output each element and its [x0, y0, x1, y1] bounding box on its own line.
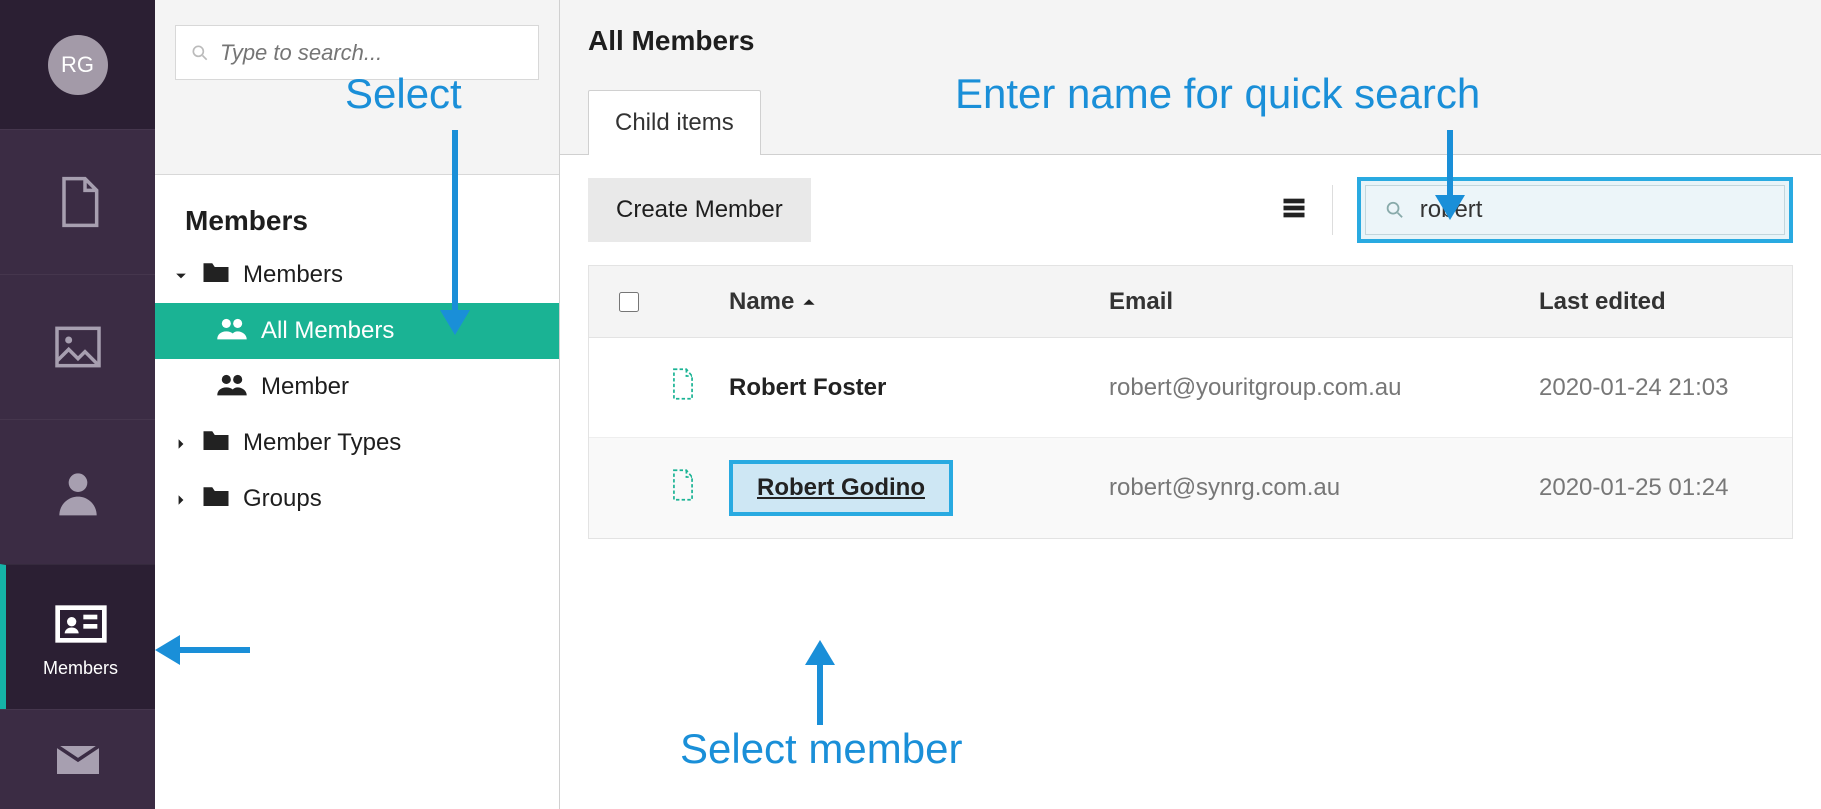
- tab-child-items[interactable]: Child items: [588, 90, 761, 155]
- rail-item-content[interactable]: [0, 129, 155, 274]
- members-table: Name Email Last edited Robert Foster rob…: [588, 265, 1793, 539]
- tree-node-label: Groups: [243, 485, 322, 513]
- search-icon: [190, 42, 210, 64]
- main-header: All Members Child items: [560, 0, 1821, 155]
- user-icon: [50, 464, 106, 520]
- member-email: robert@synrg.com.au: [1109, 474, 1539, 502]
- tree-node-groups[interactable]: Groups: [155, 471, 559, 527]
- column-header-last-edited[interactable]: Last edited: [1539, 288, 1792, 316]
- tree-node-label: Members: [243, 261, 343, 289]
- tree-node-all-members[interactable]: All Members: [155, 303, 559, 359]
- file-icon: [669, 367, 729, 408]
- people-icon: [215, 316, 249, 347]
- member-name-highlight[interactable]: Robert Godino: [729, 460, 953, 516]
- tree-node-members-root[interactable]: Members: [155, 247, 559, 303]
- member-name: Robert Godino: [729, 460, 1109, 516]
- chevron-right-icon: [175, 429, 189, 457]
- list-icon: [1280, 194, 1308, 222]
- tree-node-label: Member: [261, 373, 349, 401]
- member-email: robert@youritgroup.com.au: [1109, 374, 1539, 402]
- folder-icon: [201, 427, 231, 460]
- create-member-button[interactable]: Create Member: [588, 178, 811, 242]
- sort-asc-icon: [802, 288, 816, 316]
- tree-panel: Members Members All Members Member Membe…: [155, 0, 560, 809]
- member-search[interactable]: [1365, 185, 1785, 235]
- folder-icon: [201, 483, 231, 516]
- column-header-name[interactable]: Name: [729, 288, 1109, 316]
- tree-node-label: All Members: [261, 317, 394, 345]
- id-card-icon: [53, 596, 109, 652]
- tree-heading: Members: [155, 175, 559, 247]
- search-icon: [1384, 198, 1406, 222]
- page-title: All Members: [588, 25, 1821, 57]
- toolbar: Create Member: [560, 155, 1821, 265]
- chevron-down-icon: [175, 261, 189, 289]
- people-icon: [215, 372, 249, 403]
- list-view-toggle[interactable]: [1280, 194, 1308, 227]
- main-content: All Members Child items Create Member Na…: [560, 0, 1821, 809]
- avatar[interactable]: RG: [48, 35, 108, 95]
- image-icon: [50, 319, 106, 375]
- member-search-input[interactable]: [1420, 196, 1766, 224]
- global-search-input[interactable]: [220, 40, 524, 66]
- global-search[interactable]: [175, 25, 539, 80]
- rail-top: RG: [0, 0, 155, 129]
- folder-icon: [201, 259, 231, 292]
- member-name: Robert Foster: [729, 374, 1109, 402]
- rail-item-users[interactable]: [0, 419, 155, 564]
- tree-header: [155, 0, 559, 175]
- chevron-right-icon: [175, 485, 189, 513]
- mail-icon: [50, 732, 106, 788]
- column-header-email[interactable]: Email: [1109, 288, 1539, 316]
- tree-node-member[interactable]: Member: [155, 359, 559, 415]
- rail-item-members[interactable]: Members: [0, 564, 155, 709]
- table-header: Name Email Last edited: [589, 266, 1792, 338]
- tree-node-label: Member Types: [243, 429, 401, 457]
- member-search-highlight: [1357, 177, 1793, 243]
- file-icon: [669, 468, 729, 509]
- member-last-edited: 2020-01-24 21:03: [1539, 374, 1792, 402]
- rail-item-label: Members: [43, 658, 118, 679]
- tree-node-member-types[interactable]: Member Types: [155, 415, 559, 471]
- table-row[interactable]: Robert Foster robert@youritgroup.com.au …: [589, 338, 1792, 438]
- nav-rail: RG Members: [0, 0, 155, 809]
- member-last-edited: 2020-01-25 01:24: [1539, 474, 1792, 502]
- document-icon: [50, 174, 106, 230]
- tabs: Child items: [588, 89, 1821, 154]
- column-label: Name: [729, 288, 794, 316]
- rail-item-media[interactable]: [0, 274, 155, 419]
- table-row[interactable]: Robert Godino robert@synrg.com.au 2020-0…: [589, 438, 1792, 538]
- select-all-checkbox[interactable]: [619, 292, 639, 312]
- rail-item-mail[interactable]: [0, 709, 155, 809]
